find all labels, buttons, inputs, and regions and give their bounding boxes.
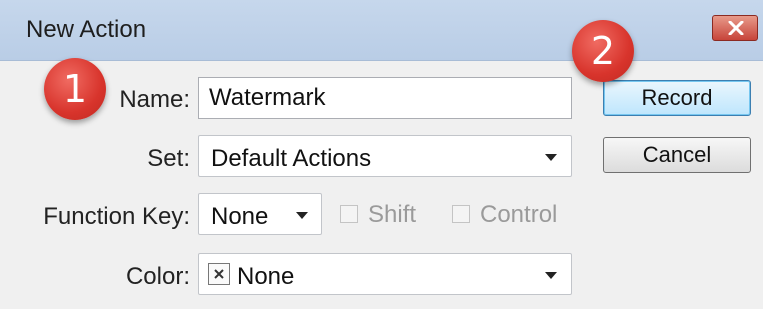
set-dropdown[interactable]: Default Actions [198, 135, 572, 177]
step-badge-1: 1 [44, 58, 106, 120]
function-key-value: None [211, 203, 269, 230]
shift-checkbox[interactable] [340, 205, 358, 223]
control-label: Control [480, 201, 558, 228]
title-bar[interactable]: New Action [0, 0, 763, 61]
set-value: Default Actions [211, 145, 372, 172]
function-key-label: Function Key: [43, 203, 190, 230]
close-button[interactable] [712, 15, 758, 41]
step-badge-2: 2 [572, 20, 634, 82]
set-label: Set: [147, 145, 190, 172]
name-label: Name: [119, 86, 190, 113]
color-dropdown[interactable]: None [198, 253, 572, 295]
dialog-title: New Action [26, 16, 147, 43]
function-key-dropdown[interactable]: None [198, 193, 322, 235]
record-button[interactable]: Record [603, 80, 751, 116]
name-input[interactable]: Watermark [198, 77, 572, 119]
color-label: Color: [125, 263, 190, 290]
control-checkbox[interactable] [452, 205, 470, 223]
chevron-down-icon [545, 272, 557, 279]
no-color-swatch-icon [208, 263, 230, 285]
chevron-down-icon [296, 212, 308, 219]
cancel-button[interactable]: Cancel [603, 137, 751, 173]
new-action-dialog: New Action Name: Watermark Set: Default … [0, 0, 763, 309]
chevron-down-icon [545, 154, 557, 161]
shift-label: Shift [368, 201, 417, 228]
color-value: None [237, 263, 295, 290]
close-icon [728, 21, 744, 35]
